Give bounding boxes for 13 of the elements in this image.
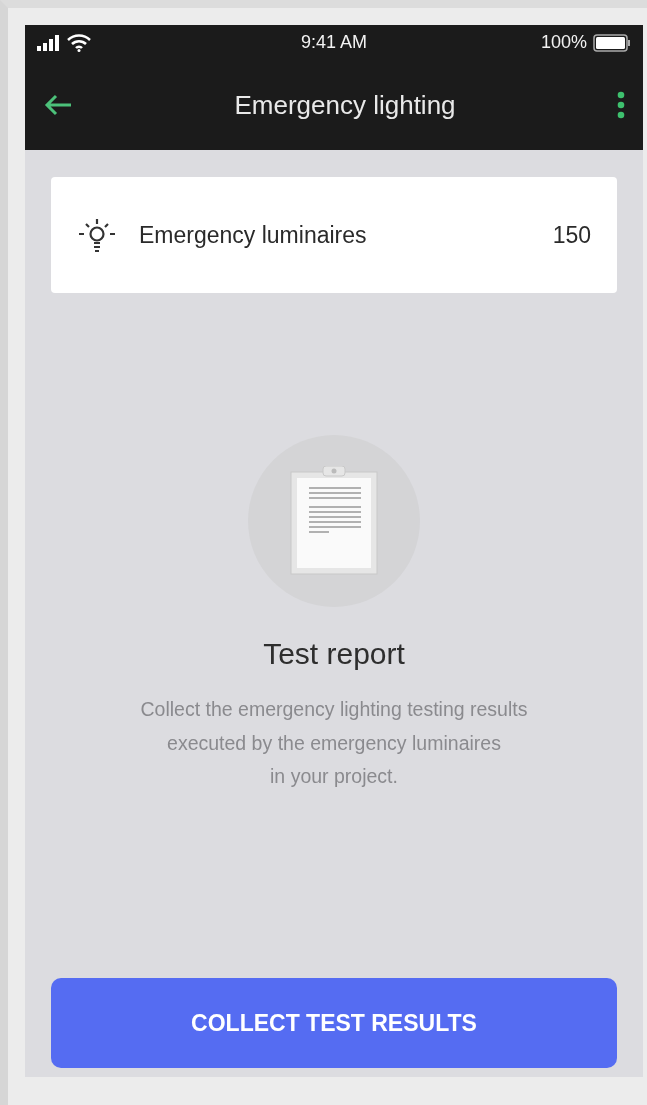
screen-title: Emergency lighting xyxy=(234,89,456,121)
signal-icon xyxy=(37,34,61,51)
empty-state-title: Test report xyxy=(263,637,405,671)
status-time: 9:41 AM xyxy=(300,32,367,53)
battery-icon xyxy=(593,33,631,52)
empty-state-description: Collect the emergency lighting testing results executed by the emergency luminaires in your project. xyxy=(140,697,528,789)
collect-results-button[interactable]: COLLECT TEST RESULTS xyxy=(51,978,617,1068)
wifi-icon xyxy=(67,33,91,52)
luminaires-card[interactable]: Emergency luminaires 150 xyxy=(51,177,617,293)
luminaires-label: Emergency luminaires xyxy=(139,221,368,249)
luminaires-count: 150 xyxy=(552,221,591,249)
battery-percentage: 100% xyxy=(540,32,587,53)
clipboard-icon xyxy=(289,466,379,576)
